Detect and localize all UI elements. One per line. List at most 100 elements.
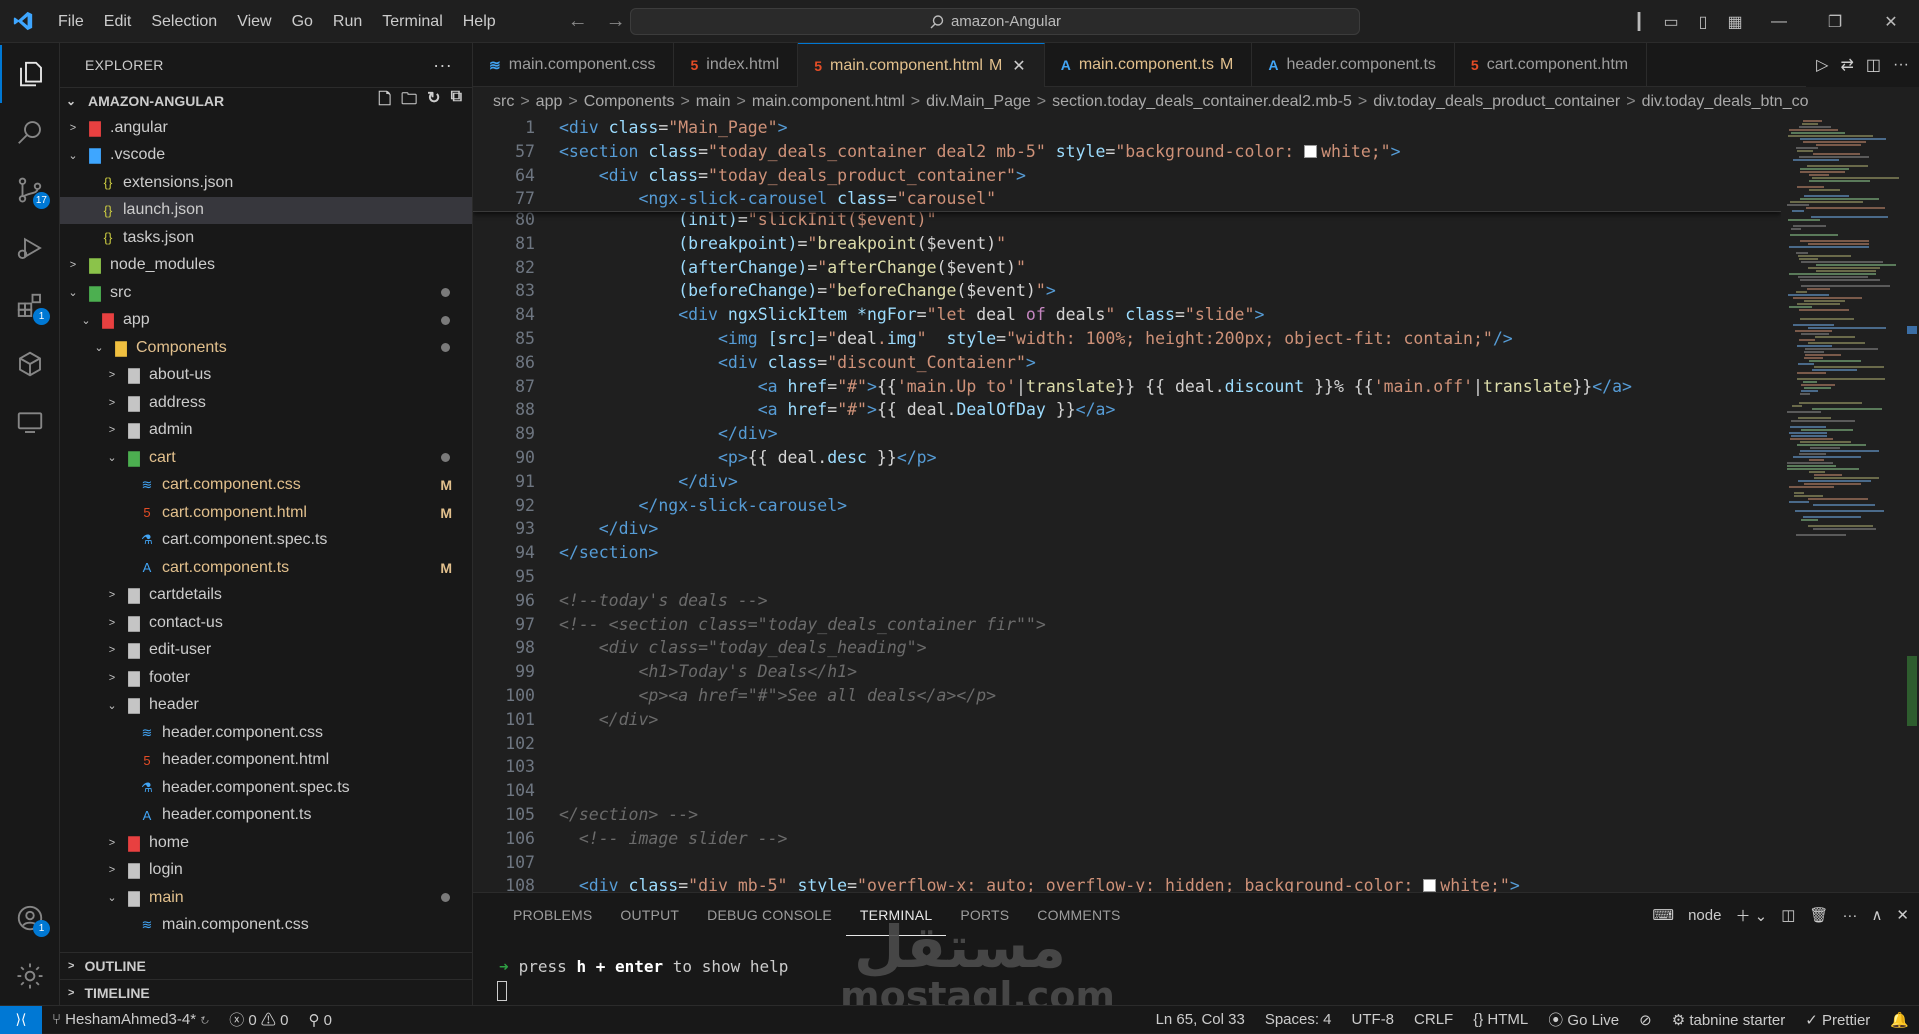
tree-folder[interactable]: > ▇ contact-us (60, 609, 472, 637)
panel-tab-problems[interactable]: PROBLEMS (499, 893, 606, 937)
menu-terminal[interactable]: Terminal (372, 0, 452, 43)
menu-run[interactable]: Run (323, 0, 372, 43)
more-actions-icon[interactable]: ··· (1842, 907, 1857, 924)
breadcrumb-item[interactable]: div.Main_Page (926, 93, 1031, 111)
tree-folder[interactable]: > ▇ node_modules (60, 252, 472, 280)
tree-file[interactable]: {} launch.json (60, 196, 472, 224)
breadcrumb-item[interactable]: section.today_deals_container.deal2.mb-5 (1052, 93, 1352, 111)
tree-folder[interactable]: ⌄ ▇ header (60, 692, 472, 720)
remote-explorer-icon[interactable] (0, 393, 60, 451)
breadcrumb-item[interactable]: div.today_deals_btn_co (1642, 93, 1809, 111)
menu-help[interactable]: Help (453, 0, 506, 43)
tree-file[interactable]: ≋ cart.component.css M (60, 472, 472, 500)
prettier-status[interactable]: ✓ Prettier (1795, 1011, 1880, 1029)
tab-header-component-ts[interactable]: Aheader.component.ts (1252, 43, 1455, 87)
trash-icon[interactable]: 🗑 (1809, 906, 1828, 924)
tab-main-component-ts[interactable]: Amain.component.ts M (1045, 43, 1253, 87)
breadcrumb-item[interactable]: main (696, 93, 731, 111)
compare-icon[interactable]: ⇄ (1840, 55, 1853, 75)
toggle-secondary-sidebar-icon[interactable]: ▯ (1687, 12, 1719, 32)
breadcrumb-item[interactable]: Components (584, 93, 675, 111)
branch-indicator[interactable]: ⑂ HeshamAhmed3-4* ↻ (42, 1011, 219, 1028)
maximize-button[interactable]: ❐ (1807, 12, 1863, 32)
tree-file[interactable]: Aheader.component.ts (60, 802, 472, 830)
tree-file[interactable]: 5 header.component.html (60, 747, 472, 775)
language-mode[interactable]: {} HTML (1463, 1011, 1538, 1028)
forward-arrow-icon[interactable]: → (606, 10, 626, 33)
new-folder-icon[interactable]: 🗀 (401, 88, 417, 115)
tree-folder[interactable]: > ▇ admin (60, 417, 472, 445)
tree-folder[interactable]: ⌄ ▇ .vscode (60, 142, 472, 170)
run-icon[interactable]: ▷ (1816, 55, 1828, 75)
accounts-icon[interactable]: 1 (0, 889, 60, 947)
outline-section[interactable]: > OUTLINE (60, 952, 472, 979)
tree-folder[interactable]: > ▇ cartdetails (60, 582, 472, 610)
new-terminal-icon[interactable]: ＋ ⌄ (1735, 905, 1767, 926)
go-live-button[interactable]: ⦿ Go Live (1538, 1009, 1629, 1030)
encoding[interactable]: UTF-8 (1342, 1011, 1405, 1028)
tab-index-html[interactable]: 5 index.html (674, 43, 799, 87)
panel-tab-output[interactable]: OUTPUT (606, 893, 693, 937)
minimize-button[interactable]: — (1751, 13, 1807, 31)
indentation[interactable]: Spaces: 4 (1255, 1011, 1342, 1028)
timeline-section[interactable]: > TIMELINE (60, 979, 472, 1005)
tree-file[interactable]: 5 cart.component.html M (60, 499, 472, 527)
remote-indicator-icon[interactable]: ⟩⟨ (0, 1005, 42, 1034)
tree-folder[interactable]: > ▇ edit-user (60, 637, 472, 665)
back-arrow-icon[interactable]: ← (568, 10, 588, 33)
tree-file[interactable]: ⚗ header.component.spec.ts (60, 774, 472, 802)
close-icon[interactable]: ✕ (1012, 56, 1025, 76)
tab-main-component-css[interactable]: ≋ main.component.css (473, 43, 675, 87)
tree-folder[interactable]: > ▇ about-us (60, 362, 472, 390)
project-root[interactable]: ⌄ AMAZON-ANGULAR 🗋 🗀 ↻ ⧉ (60, 87, 472, 114)
tree-folder[interactable]: ⌄ ▇ Components (60, 334, 472, 362)
docker-icon[interactable] (0, 335, 60, 393)
cursor-position[interactable]: Ln 65, Col 33 (1146, 1011, 1255, 1028)
panel-tab-debug-console[interactable]: DEBUG CONSOLE (693, 893, 846, 937)
menu-edit[interactable]: Edit (94, 0, 142, 43)
breadcrumb-item[interactable]: main.component.html (752, 93, 905, 111)
menu-selection[interactable]: Selection (141, 0, 227, 43)
menu-view[interactable]: View (227, 0, 281, 43)
menu-go[interactable]: Go (282, 0, 323, 43)
close-window-button[interactable]: ✕ (1863, 12, 1919, 32)
refresh-icon[interactable]: ↻ (427, 88, 440, 115)
tree-file[interactable]: {} extensions.json (60, 169, 472, 197)
source-control-icon[interactable]: 17 (0, 161, 60, 219)
maximize-panel-icon[interactable]: ∧ (1871, 906, 1882, 924)
tree-folder[interactable]: ⌄ ▇ src (60, 279, 472, 307)
minimap[interactable] (1781, 116, 1905, 892)
breadcrumb-item[interactable]: div.today_deals_product_container (1373, 93, 1620, 111)
tabnine-status[interactable]: ⚙ tabnine starter (1662, 1011, 1796, 1029)
line-ending[interactable]: CRLF (1404, 1011, 1463, 1028)
code-editor[interactable]: 1 <div class="Main_Page"> 57 <section class… (473, 116, 1781, 892)
tree-folder[interactable]: ⌄ ▇ app (60, 307, 472, 335)
menu-file[interactable]: File (48, 0, 94, 43)
settings-gear-icon[interactable] (0, 947, 60, 1005)
copilot-icon[interactable]: ⊘ (1629, 1011, 1662, 1029)
search-icon[interactable] (0, 103, 60, 161)
more-actions-icon[interactable]: ··· (1893, 56, 1909, 74)
shell-name[interactable]: node (1688, 907, 1721, 924)
tree-folder[interactable]: > ▇ login (60, 857, 472, 885)
extensions-icon[interactable]: 1 (0, 277, 60, 335)
problems-indicator[interactable]: ⓧ 0 ⚠ 0 (219, 1009, 298, 1030)
tree-file[interactable]: ≋ header.component.css (60, 719, 472, 747)
tree-folder[interactable]: > ▇ home (60, 829, 472, 857)
tree-file[interactable]: ≋ main.component.css (60, 912, 472, 940)
tree-file[interactable]: ⚗ cart.component.spec.ts (60, 527, 472, 555)
terminal-output[interactable]: ➜ press h + enter to show help (499, 957, 788, 976)
tab-cart-component-htm[interactable]: 5 cart.component.htm (1455, 43, 1648, 87)
more-actions-icon[interactable]: ··· (433, 55, 452, 76)
split-terminal-icon[interactable]: ◫ (1781, 906, 1795, 924)
tree-file[interactable]: Acart.component.ts M (60, 554, 472, 582)
new-file-icon[interactable]: 🗋 (378, 88, 391, 115)
ports-indicator[interactable]: ⚲ 0 (298, 1011, 342, 1029)
breadcrumb-item[interactable]: app (536, 93, 563, 111)
customize-layout-icon[interactable]: ▦ (1719, 12, 1751, 32)
tree-folder[interactable]: ⌄ ▇ main (60, 884, 472, 912)
tree-folder[interactable]: ⌄ ▇ cart (60, 444, 472, 472)
collapse-all-icon[interactable]: ⧉ (451, 88, 462, 115)
tree-folder[interactable]: > ▇ footer (60, 664, 472, 692)
split-editor-icon[interactable]: ◫ (1866, 55, 1881, 75)
